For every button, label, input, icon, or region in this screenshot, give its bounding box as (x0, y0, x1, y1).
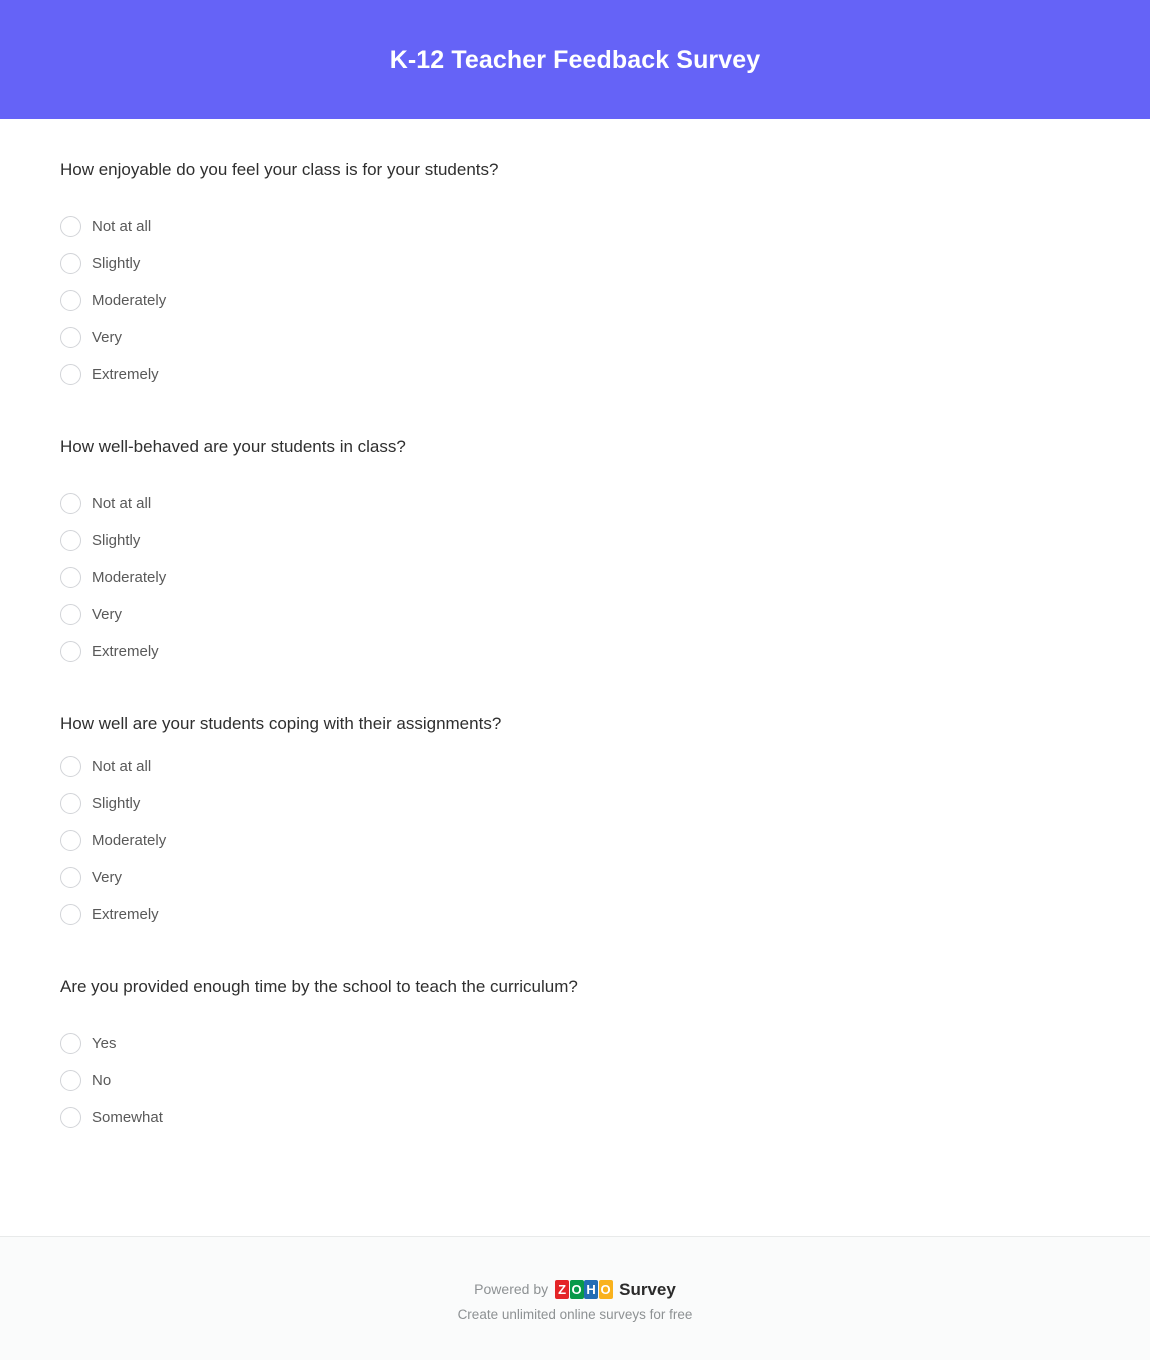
radio-button-icon[interactable] (60, 603, 81, 625)
option-label: No (92, 1071, 112, 1089)
page-title: K-12 Teacher Feedback Survey (389, 45, 761, 74)
radio-option[interactable]: Very (60, 859, 1090, 896)
zoho-letter-tile: O (598, 1279, 613, 1299)
powered-by-label: Powered by (474, 1281, 549, 1298)
question-block: How enjoyable do you feel your class is … (60, 159, 1090, 393)
question-block: Are you provided enough time by the scho… (60, 976, 1090, 1136)
radio-button-icon[interactable] (60, 326, 81, 348)
zoho-letter-tile: H (584, 1279, 599, 1299)
question-text: How well-behaved are your students in cl… (60, 436, 406, 456)
option-label: Slightly (92, 794, 141, 812)
option-group: Yes No Somewhat (60, 1025, 1090, 1136)
radio-option[interactable]: Very (60, 596, 1090, 633)
option-label: Yes (92, 1034, 117, 1052)
radio-button-icon[interactable] (60, 792, 81, 814)
zoho-letter-tile: O (569, 1279, 584, 1299)
option-label: Slightly (92, 531, 141, 549)
option-group: Not at all Slightly Moderately Very Extremel… (60, 208, 1090, 393)
powered-by-row: Powered by ZOHO Survey (474, 1279, 676, 1299)
radio-option[interactable]: Moderately (60, 822, 1090, 859)
radio-button-icon[interactable] (60, 215, 81, 237)
option-group: Not at all Slightly Moderately Very Extremel… (60, 748, 1090, 933)
footer-tagline: Create unlimited online surveys for free (457, 1306, 693, 1322)
option-label: Extremely (92, 365, 159, 383)
question-block: How well are your students coping with t… (60, 713, 1090, 933)
option-label: Very (92, 605, 123, 623)
option-label: Extremely (92, 642, 159, 660)
radio-option[interactable]: Not at all (60, 208, 1090, 245)
radio-option[interactable]: Very (60, 319, 1090, 356)
radio-button-icon[interactable] (60, 640, 81, 662)
radio-option[interactable]: Slightly (60, 245, 1090, 282)
radio-button-icon[interactable] (60, 289, 81, 311)
zoho-logo: ZOHO (555, 1279, 613, 1299)
radio-option[interactable]: Moderately (60, 559, 1090, 596)
radio-button-icon[interactable] (60, 492, 81, 514)
question-block: How well-behaved are your students in cl… (60, 436, 1090, 670)
radio-option[interactable]: Not at all (60, 748, 1090, 785)
option-label: Not at all (92, 494, 152, 512)
radio-option[interactable]: Extremely (60, 356, 1090, 393)
radio-button-icon[interactable] (60, 529, 81, 551)
option-label: Moderately (92, 831, 167, 849)
radio-button-icon[interactable] (60, 1069, 81, 1091)
option-label: Very (92, 328, 123, 346)
option-label: Moderately (92, 568, 167, 586)
zoho-letter-tile: Z (555, 1279, 570, 1299)
question-text: How enjoyable do you feel your class is … (60, 160, 499, 179)
option-label: Moderately (92, 291, 167, 309)
survey-questions-container: How enjoyable do you feel your class is … (0, 119, 1150, 1236)
radio-button-icon[interactable] (60, 1106, 81, 1128)
zoho-survey-wordmark: Survey (619, 1279, 676, 1299)
radio-option[interactable]: Extremely (60, 896, 1090, 933)
radio-button-icon[interactable] (60, 363, 81, 385)
radio-option[interactable]: Somewhat (60, 1099, 1090, 1136)
radio-option[interactable]: No (60, 1062, 1090, 1099)
radio-button-icon[interactable] (60, 755, 81, 777)
radio-button-icon[interactable] (60, 903, 81, 925)
radio-option[interactable]: Slightly (60, 522, 1090, 559)
option-group: Not at all Slightly Moderately Very Extremel… (60, 485, 1090, 670)
radio-option[interactable]: Not at all (60, 485, 1090, 522)
radio-option[interactable]: Yes (60, 1025, 1090, 1062)
question-text: Are you provided enough time by the scho… (60, 976, 578, 996)
radio-option[interactable]: Slightly (60, 785, 1090, 822)
option-label: Not at all (92, 757, 152, 775)
question-text: How well are your students coping with t… (60, 713, 502, 733)
survey-footer: Powered by ZOHO Survey Create unlimited … (0, 1236, 1150, 1360)
option-label: Very (92, 868, 123, 886)
survey-header: K-12 Teacher Feedback Survey (0, 0, 1150, 119)
radio-button-icon[interactable] (60, 252, 81, 274)
survey-page: K-12 Teacher Feedback Survey How enjoyab… (0, 0, 1150, 1360)
radio-button-icon[interactable] (60, 566, 81, 588)
radio-button-icon[interactable] (60, 1032, 81, 1054)
radio-option[interactable]: Moderately (60, 282, 1090, 319)
option-label: Extremely (92, 905, 159, 923)
option-label: Slightly (92, 254, 141, 272)
radio-option[interactable]: Extremely (60, 633, 1090, 670)
radio-button-icon[interactable] (60, 829, 81, 851)
option-label: Somewhat (92, 1108, 163, 1126)
radio-button-icon[interactable] (60, 866, 81, 888)
option-label: Not at all (92, 217, 152, 235)
